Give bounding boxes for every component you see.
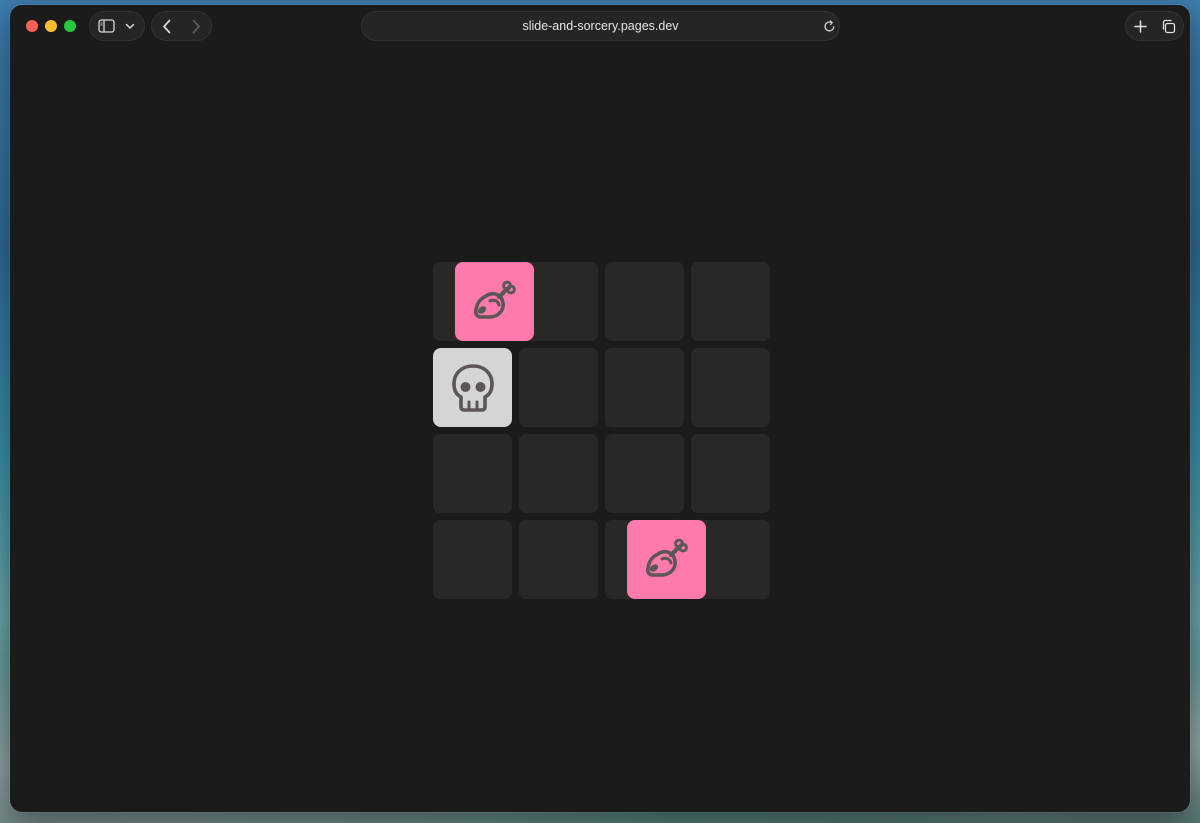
browser-toolbar: slide-and-sorcery.pages.dev — [10, 5, 1190, 47]
navigation-controls — [151, 11, 212, 41]
game-board — [433, 262, 770, 599]
meat-icon — [642, 535, 692, 585]
browser-window: slide-and-sorcery.pages.dev — [10, 5, 1190, 812]
tabs-icon[interactable] — [1161, 19, 1176, 34]
chevron-down-icon[interactable] — [125, 23, 135, 30]
chevron-left-icon[interactable] — [162, 19, 172, 34]
sidebar-icon[interactable] — [98, 19, 115, 33]
board-cell — [605, 348, 684, 427]
minimize-window-button[interactable] — [45, 20, 57, 32]
food-tile[interactable] — [455, 262, 535, 341]
url-text[interactable]: slide-and-sorcery.pages.dev — [362, 19, 839, 33]
sidebar-controls — [89, 11, 145, 41]
maximize-window-button[interactable] — [64, 20, 76, 32]
plus-icon[interactable] — [1134, 20, 1147, 33]
close-window-button[interactable] — [26, 20, 38, 32]
board-cell — [691, 348, 770, 427]
address-bar[interactable]: slide-and-sorcery.pages.dev — [361, 11, 840, 41]
board-cell — [691, 262, 770, 341]
board-cell — [433, 520, 512, 599]
chevron-right-icon[interactable] — [191, 19, 201, 34]
board-cell — [433, 434, 512, 513]
food-tile[interactable] — [627, 520, 707, 599]
meat-icon — [470, 277, 520, 327]
board-cell — [519, 434, 598, 513]
skull-icon — [447, 361, 499, 415]
reload-icon[interactable] — [823, 20, 836, 33]
enemy-tile[interactable] — [433, 348, 512, 427]
board-cell — [605, 262, 684, 341]
board-cell — [691, 434, 770, 513]
board-cell — [519, 348, 598, 427]
board-cell — [605, 434, 684, 513]
tab-controls — [1125, 11, 1184, 41]
board-cell — [519, 520, 598, 599]
